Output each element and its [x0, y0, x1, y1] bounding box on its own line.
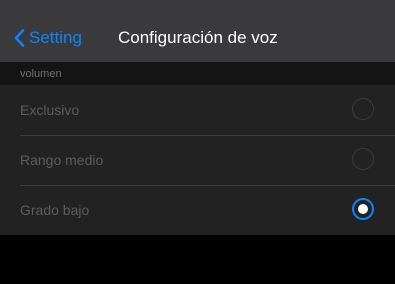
option-row-exclusivo[interactable]: Exclusivo — [0, 85, 395, 135]
radio-unchecked-icon[interactable] — [352, 98, 374, 120]
radio-checked-icon[interactable] — [352, 198, 374, 220]
option-label: Grado bajo — [20, 202, 90, 218]
status-bar — [0, 0, 395, 12]
option-label: Rango medio — [20, 152, 104, 168]
option-row-grado-bajo[interactable]: Grado bajo — [0, 185, 395, 235]
volume-options-list: Exclusivo Rango medio Grado bajo — [0, 85, 395, 235]
option-row-rango-medio[interactable]: Rango medio — [0, 135, 395, 185]
back-button-label: Setting — [29, 28, 82, 47]
page-title: Configuración de voz — [118, 28, 278, 47]
navigation-bar: Setting Configuración de voz — [0, 12, 395, 62]
empty-area — [0, 245, 395, 284]
section-header-volume: volumen — [0, 62, 395, 85]
back-button[interactable]: Setting — [14, 28, 82, 48]
radio-unchecked-icon[interactable] — [352, 148, 374, 170]
chevron-left-icon — [14, 29, 25, 47]
option-label: Exclusivo — [20, 102, 80, 118]
